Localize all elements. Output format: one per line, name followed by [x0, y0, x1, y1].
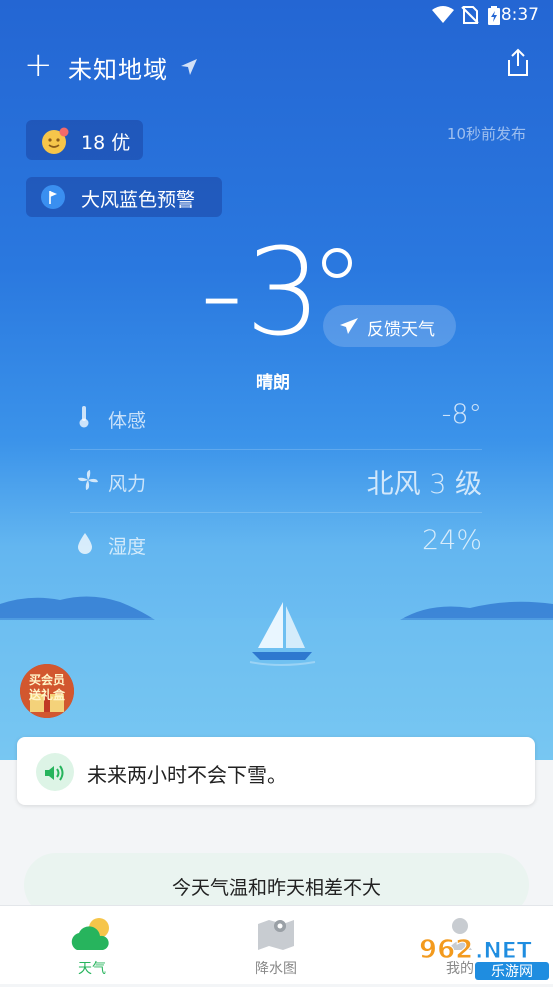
aqi-badge[interactable]: 18 优: [26, 120, 143, 160]
paper-plane-icon: [340, 318, 358, 334]
map-pin-icon: [258, 920, 294, 950]
svg-text:送礼盒: 送礼盒: [28, 687, 66, 702]
no-sim-icon: [461, 6, 479, 24]
wind-label: 风力: [108, 473, 147, 495]
svg-text:.NET: .NET: [475, 939, 532, 964]
svg-text:买会员: 买会员: [29, 672, 65, 687]
smile-face-icon: [42, 127, 69, 154]
speaker-icon[interactable]: [36, 753, 74, 791]
location-name[interactable]: 未知地域: [68, 50, 168, 85]
nav-tab-precipitation-map[interactable]: 降水图: [216, 906, 336, 984]
sea-sailboat-illustration: [0, 596, 553, 760]
thermometer-icon: [79, 406, 89, 428]
weather-alert-badge[interactable]: 大风蓝色预警: [26, 177, 222, 217]
share-button[interactable]: [504, 48, 532, 78]
add-city-button[interactable]: +: [24, 48, 53, 82]
location-arrow-icon: [181, 59, 197, 75]
watermark-logo: 962 .NET 乐游网: [413, 930, 553, 983]
nav-tab-weather[interactable]: 天气: [32, 906, 152, 984]
detail-row-humidity: 湿度 24%: [70, 513, 482, 575]
flag-icon: [41, 185, 65, 209]
feedback-weather-button[interactable]: 反馈天气: [323, 305, 456, 347]
water-drop-icon: [78, 533, 92, 554]
detail-row-wind: 风力 北风 3 级: [70, 450, 482, 512]
status-bar: 8:37: [0, 0, 553, 32]
wind-value: 北风 3 级: [366, 469, 482, 500]
status-time: 8:37: [500, 5, 539, 25]
battery-charging-icon: [488, 6, 500, 25]
compare-text: 今天气温和昨天相差不大: [171, 877, 381, 899]
aqi-value: 18 优: [81, 132, 131, 154]
feedback-label: 反馈天气: [367, 320, 435, 340]
wifi-icon: [432, 6, 454, 23]
nowcast-text: 未来两小时不会下雪。: [87, 763, 287, 787]
nowcast-card[interactable]: 未来两小时不会下雪。: [17, 737, 535, 805]
wind-fan-icon: [78, 470, 98, 490]
humidity-label: 湿度: [108, 536, 147, 558]
feels-like-value: -8°: [441, 399, 482, 430]
nav-label-weather: 天气: [78, 961, 106, 977]
detail-row-feels-like: 体感 -8°: [70, 387, 482, 449]
weather-hero: 8:37 + 未知地域 18 优 10秒前发布 大风蓝色预警 -3 晴朗 反馈天…: [0, 0, 553, 760]
gift-box-icon: 买会员 送礼盒: [20, 664, 74, 718]
alert-label: 大风蓝色预警: [81, 189, 196, 211]
publish-time: 10秒前发布: [446, 125, 526, 143]
current-temperature: -3: [200, 224, 324, 363]
humidity-value: 24%: [421, 525, 482, 556]
degree-symbol: [322, 248, 352, 278]
nav-label-precipitation-map: 降水图: [255, 961, 297, 977]
promo-avatar-button[interactable]: 买会员 送礼盒: [20, 664, 74, 718]
svg-text:962: 962: [419, 935, 473, 965]
feels-like-label: 体感: [108, 410, 147, 432]
svg-text:乐游网: 乐游网: [491, 964, 533, 980]
top-bar: + 未知地域: [0, 40, 553, 96]
cloud-sun-icon: [71, 918, 109, 950]
